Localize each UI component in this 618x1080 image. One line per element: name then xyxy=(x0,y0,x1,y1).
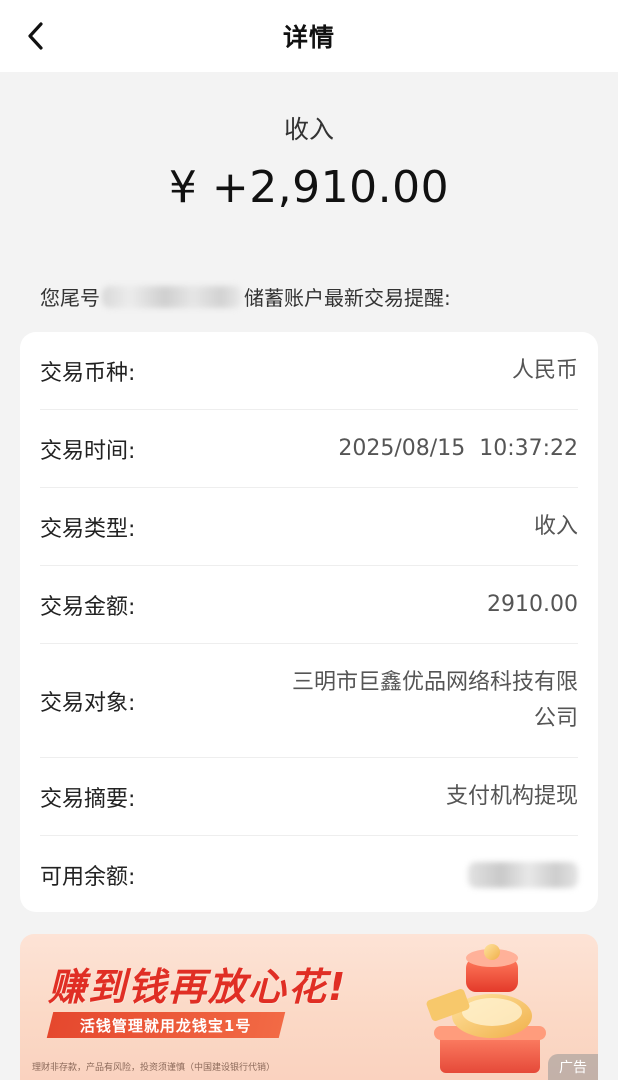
page-title: 详情 xyxy=(282,23,335,52)
detail-row-amount: 交易金额: 2910.00 xyxy=(40,566,578,644)
detail-label: 交易对象: xyxy=(40,690,136,716)
detail-row-counterparty: 交易对象: 三明市巨鑫优品网络科技有限公司 xyxy=(40,644,578,758)
nav-bar: 详情 xyxy=(0,0,618,72)
detail-label: 可用余额: xyxy=(40,865,136,890)
ad-headline: 赚到钱再放心花! xyxy=(48,965,348,1009)
transaction-amount: ¥ +2,910.00 xyxy=(168,162,450,213)
ad-subline-text: 活钱管理就用龙钱宝1号 xyxy=(80,1016,252,1035)
ad-label-badge: 广告 xyxy=(548,1054,598,1080)
detail-label: 交易时间: xyxy=(40,438,136,464)
ad-disclaimer: 理财非存款，产品有风险，投资须谨慎（中国建设银行代销） xyxy=(32,1063,276,1073)
ad-banner[interactable]: 赚到钱再放心花! 活钱管理就用龙钱宝1号 理财非存款，产品有风险，投资须谨慎（中… xyxy=(20,934,598,1080)
redacted-balance xyxy=(468,862,578,888)
notice-suffix: 储蓄账户最新交易提醒: xyxy=(244,286,451,310)
detail-row-summary: 交易摘要: 支付机构提现 xyxy=(40,758,578,836)
back-button[interactable] xyxy=(18,18,54,54)
transaction-type-heading: 收入 xyxy=(283,115,334,144)
coin-stack-illustration xyxy=(426,944,546,1073)
detail-label: 交易类型: xyxy=(40,516,136,542)
detail-row-time: 交易时间: 2025/08/15 10:37:22 xyxy=(40,410,578,488)
detail-row-type: 交易类型: 收入 xyxy=(40,488,578,566)
chevron-left-icon xyxy=(28,22,43,50)
detail-row-currency: 交易币种: 人民币 xyxy=(40,332,578,410)
detail-value: 2910.00 xyxy=(487,591,578,617)
redacted-account-number xyxy=(102,285,242,308)
account-notice: 您尾号 储蓄账户最新交易提醒: xyxy=(40,282,451,311)
detail-row-balance: 可用余额: xyxy=(40,836,578,914)
detail-value: 2025/08/15 10:37:22 xyxy=(338,435,578,461)
detail-value: 收入 xyxy=(533,513,578,539)
ad-subline: 活钱管理就用龙钱宝1号 xyxy=(46,1012,286,1038)
detail-value: 支付机构提现 xyxy=(445,783,578,809)
details-card: 交易币种: 人民币 交易时间: 2025/08/15 10:37:22 交易类型… xyxy=(20,332,598,912)
detail-label: 交易币种: xyxy=(40,360,136,386)
detail-label: 交易金额: xyxy=(40,594,136,620)
notice-prefix: 您尾号 xyxy=(40,286,100,310)
detail-value: 人民币 xyxy=(511,357,578,383)
detail-label: 交易摘要: xyxy=(40,786,136,812)
detail-value: 三明市巨鑫优品网络科技有限公司 xyxy=(291,669,578,731)
